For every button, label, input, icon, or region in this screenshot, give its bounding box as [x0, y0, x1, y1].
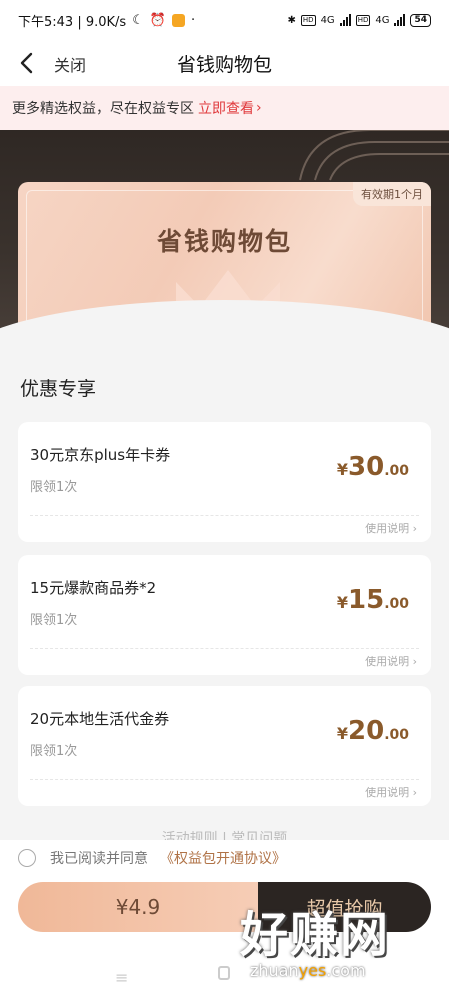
agreement-row: 我已阅读并同意 《权益包开通协议》 [18, 848, 286, 868]
hd-badge-2: HD [355, 14, 371, 26]
usage-instructions-link[interactable]: 使用说明 › [365, 520, 417, 536]
agree-text: 我已阅读并同意 [50, 851, 148, 867]
promo-text: 更多精选权益，尽在权益专区 [12, 101, 194, 117]
usage-instructions-link[interactable]: 使用说明 › [365, 653, 417, 669]
hd-badge-1: HD [300, 14, 316, 26]
signal-icon-1 [339, 14, 351, 26]
close-button[interactable]: 关闭 [54, 52, 86, 76]
watermark-url: zhuanyes.com [250, 961, 366, 980]
price-integer: 20 [348, 716, 385, 746]
alarm-icon: ⏰ [149, 12, 167, 28]
nav-bar: 关闭 省钱购物包 [0, 40, 449, 86]
watermark-url-pre: zhuan [250, 961, 299, 980]
menu-nav-icon[interactable]: ≡ [115, 968, 128, 987]
network-label-1: 4G [320, 14, 335, 26]
usage-instructions-label: 使用说明 [365, 655, 410, 668]
package-price: ¥4.9 [18, 882, 258, 932]
promo-view-link[interactable]: 立即查看 [198, 98, 254, 118]
notification-app-icon [172, 13, 186, 27]
watermark: 好赚网 zhuanyes.com [240, 895, 449, 995]
coupon-price: ¥30.00 [337, 452, 409, 482]
coupon-price: ¥15.00 [337, 585, 409, 615]
rules-faq-link[interactable]: 活动规则 | 常见问题 [0, 828, 449, 840]
chevron-right-icon: › [412, 786, 417, 799]
price-decimal: .00 [384, 463, 409, 479]
coupon-limit: 限领1次 [30, 613, 78, 628]
coupon-name: 30元京东plus年卡券 [30, 446, 171, 464]
coupon-card[interactable]: 20元本地生活代金券 限领1次 ¥20.00 使用说明 › [18, 686, 431, 806]
status-time: 下午5:43 | 9.0K/s [18, 14, 127, 30]
price-currency: ¥ [336, 724, 348, 743]
price-currency: ¥ [336, 460, 348, 479]
status-right: ✱ HD 4G HD 4G 54 [287, 13, 431, 27]
coupon-name: 20元本地生活代金券 [30, 710, 170, 728]
usage-instructions-label: 使用说明 [365, 522, 410, 535]
price-currency: ¥ [336, 593, 348, 612]
home-nav-icon[interactable] [218, 966, 230, 980]
moon-icon: ☾ [132, 12, 144, 28]
page: 下午5:43 | 9.0K/s ☾ ⏰ · ✱ HD 4G HD 4G 54 关… [0, 0, 449, 1000]
status-bar: 下午5:43 | 9.0K/s ☾ ⏰ · ✱ HD 4G HD 4G 54 [0, 0, 449, 40]
coupon-card[interactable]: 30元京东plus年卡券 限领1次 ¥30.00 使用说明 › [18, 422, 431, 542]
section-title: 优惠专享 [20, 378, 97, 400]
chevron-right-icon: › [256, 100, 262, 116]
price-decimal: .00 [384, 727, 409, 743]
chevron-right-icon: › [412, 655, 417, 668]
coupon-divider [30, 779, 419, 780]
dot-icon: · [191, 12, 196, 28]
bluetooth-icon: ✱ [287, 14, 296, 26]
promo-banner[interactable]: 更多精选权益，尽在权益专区 立即查看 › [0, 86, 449, 130]
coupon-divider [30, 515, 419, 516]
hero-banner: 有效期1个月 省钱购物包 [0, 130, 449, 350]
coupon-limit: 限领1次 [30, 480, 78, 495]
coupon-card[interactable]: 15元爆款商品券*2 限领1次 ¥15.00 使用说明 › [18, 555, 431, 675]
price-integer: 30 [348, 452, 385, 482]
back-arrow-icon[interactable] [14, 49, 38, 77]
chevron-right-icon: › [412, 522, 417, 535]
agree-checkbox[interactable] [18, 849, 36, 867]
coupon-limit: 限领1次 [30, 744, 78, 759]
battery-icon: 54 [410, 13, 431, 27]
watermark-url-yes: yes [298, 961, 327, 980]
decorative-lines-icon [299, 130, 449, 181]
status-left: 下午5:43 | 9.0K/s ☾ ⏰ · [18, 11, 195, 30]
card-title: 省钱购物包 [156, 227, 292, 256]
agreement-link[interactable]: 《权益包开通协议》 [160, 848, 286, 868]
watermark-logo: 好赚网 [240, 907, 391, 963]
coupon-divider [30, 648, 419, 649]
coupon-name: 15元爆款商品券*2 [30, 579, 157, 597]
signal-icon-2 [394, 14, 406, 26]
coupon-price: ¥20.00 [337, 716, 409, 746]
watermark-url-post: .com [326, 961, 366, 980]
price-decimal: .00 [384, 596, 409, 612]
validity-badge: 有效期1个月 [353, 182, 431, 206]
usage-instructions-link[interactable]: 使用说明 › [365, 784, 417, 800]
usage-instructions-label: 使用说明 [365, 786, 410, 799]
price-integer: 15 [348, 585, 385, 615]
network-label-2: 4G [375, 14, 390, 26]
